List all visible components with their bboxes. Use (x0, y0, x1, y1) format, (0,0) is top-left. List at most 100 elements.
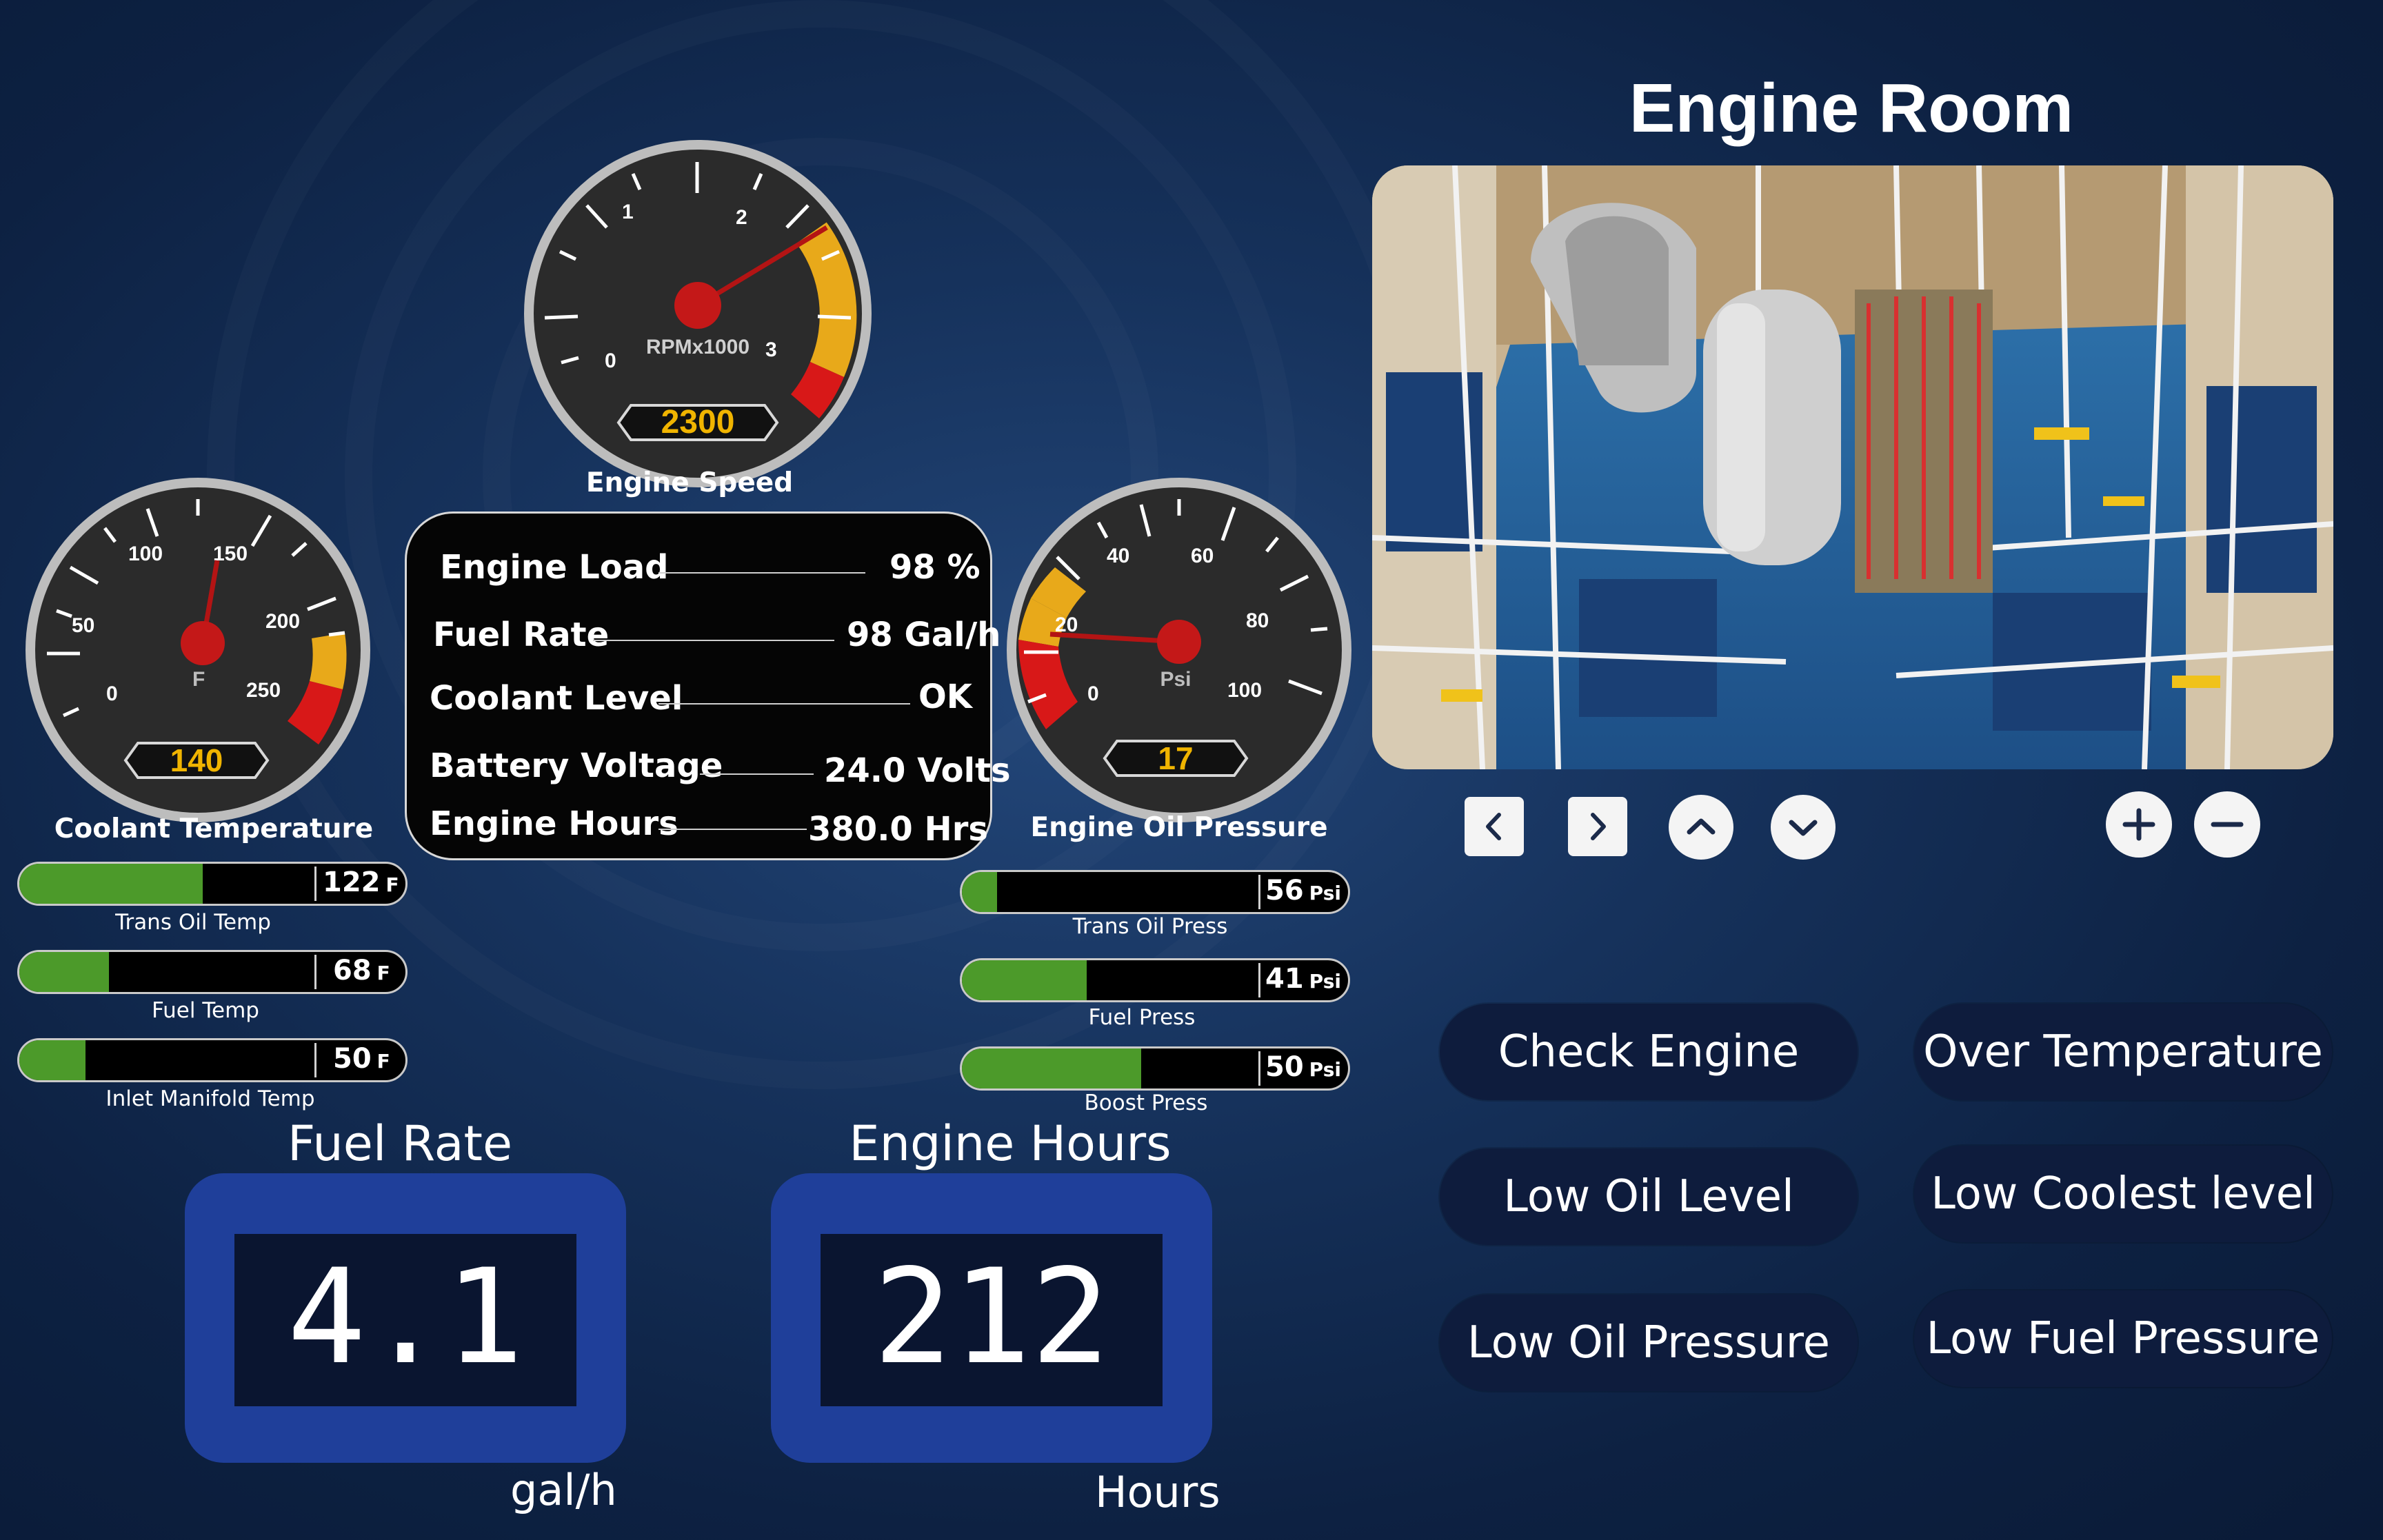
svg-text:40: 40 (1107, 545, 1129, 567)
bar-fill (962, 960, 1087, 1000)
engine-oil-pressure-gauge: 40 60 20 80 0 100 Psi 17 (1007, 478, 1351, 822)
svg-text:200: 200 (265, 610, 300, 633)
trans-oil-press-label: Trans Oil Press (1072, 914, 1228, 939)
coolant-level-value: OK (918, 678, 972, 716)
zoom-in-icon (2122, 808, 2155, 841)
svg-text:250: 250 (246, 679, 281, 702)
fuel-rate-unit: gal/h (510, 1465, 617, 1515)
engine-speed-value: 2300 (661, 404, 735, 440)
trans-oil-press-bar: 56 Psi (960, 870, 1350, 914)
alarm-low-oil-level[interactable]: Low Oil Level (1440, 1148, 1858, 1245)
trans-oil-temp-label: Trans Oil Temp (115, 910, 271, 935)
svg-text:1: 1 (622, 201, 634, 223)
fuel-temp-value: 68 (333, 955, 372, 986)
engine-hours-screen: 212 (821, 1234, 1163, 1406)
engine-hours-title: Engine Hours (849, 1115, 1172, 1172)
svg-text:0: 0 (1087, 682, 1099, 705)
fuel-rate-label: Fuel Rate (433, 616, 610, 654)
fuel-rate-readout: 4.1 (185, 1173, 626, 1463)
engine-load-label: Engine Load (440, 548, 669, 587)
fuel-temp-unit: F (376, 962, 390, 984)
svg-text:80: 80 (1246, 609, 1269, 632)
zoom-out-button[interactable] (2194, 791, 2260, 858)
bar-separator (1258, 1051, 1260, 1086)
zoom-out-icon (2211, 822, 2244, 827)
bar-fill (19, 864, 203, 904)
engine-hours-unit: Hours (1095, 1467, 1220, 1517)
chevron-up-icon (1687, 818, 1716, 835)
alarm-low-fuel-pressure[interactable]: Low Fuel Pressure (1914, 1290, 2332, 1387)
svg-text:0: 0 (605, 349, 616, 372)
bar-fill (19, 952, 109, 992)
engine-hours-display-value: 212 (873, 1241, 1110, 1393)
chevron-down-icon (1789, 820, 1818, 836)
oil-pressure-unit: Psi (1160, 668, 1191, 691)
coolant-level-label: Coolant Level (430, 679, 683, 718)
camera-right-button[interactable] (1568, 797, 1627, 856)
chevron-left-icon (1486, 813, 1501, 840)
leader-line (658, 703, 910, 705)
engine-hours-label: Engine Hours (430, 804, 678, 843)
leader-line (593, 640, 834, 641)
alarm-low-oil-pressure[interactable]: Low Oil Pressure (1440, 1295, 1858, 1391)
battery-voltage-label: Battery Voltage (430, 747, 723, 785)
svg-text:60: 60 (1191, 545, 1214, 567)
leader-line (658, 829, 807, 830)
engine-speed-unit: RPMx1000 (646, 336, 750, 358)
boost-press-value: 50 (1265, 1051, 1304, 1083)
fuel-press-bar: 41 Psi (960, 958, 1350, 1002)
trans-oil-temp-unit: F (385, 873, 399, 896)
alarm-check-engine[interactable]: Check Engine (1440, 1004, 1858, 1100)
inlet-manifold-temp-label: Inlet Manifold Temp (105, 1086, 315, 1111)
inlet-manifold-temp-bar: 50 F (17, 1038, 408, 1082)
svg-text:2: 2 (736, 206, 747, 229)
engine-speed-gauge: 1 2 0 3 RPMx1000 2300 (524, 140, 872, 487)
engine-info-panel: Engine Load 98 % Fuel Rate 98 Gal/h Cool… (405, 511, 1011, 860)
fuel-press-unit: Psi (1309, 970, 1341, 993)
alarm-low-coolest-level[interactable]: Low Coolest level (1914, 1146, 2332, 1242)
trans-oil-press-value: 56 (1265, 875, 1304, 906)
bar-separator (314, 867, 316, 901)
battery-voltage-value: 24.0 Volts (824, 751, 1011, 790)
svg-text:100: 100 (128, 543, 163, 565)
svg-text:0: 0 (106, 682, 118, 705)
zoom-in-button[interactable] (2106, 791, 2172, 858)
page-title: Engine Room (1629, 70, 2074, 147)
trans-oil-temp-bar: 122 F (17, 862, 408, 906)
leader-line (658, 572, 865, 574)
oil-pressure-value: 17 (1158, 740, 1193, 776)
camera-down-button[interactable] (1771, 795, 1836, 860)
engine-hours-value: 380.0 Hrs (808, 810, 988, 849)
svg-text:50: 50 (72, 614, 94, 637)
bar-fill (962, 872, 997, 912)
fuel-press-label: Fuel Press (1088, 1005, 1196, 1030)
bar-fill (19, 1040, 86, 1080)
fuel-rate-title: Fuel Rate (287, 1115, 513, 1172)
alarm-over-temperature[interactable]: Over Temperature (1914, 1004, 2332, 1100)
coolant-value: 140 (170, 742, 223, 778)
engine-hours-readout: 212 (771, 1173, 1212, 1463)
camera-up-button[interactable] (1669, 795, 1733, 860)
engine-oil-pressure-label: Engine Oil Pressure (1030, 812, 1328, 843)
engine-load-value: 98 % (889, 548, 981, 587)
engine-room-camera-view (1372, 165, 2333, 769)
camera-left-button[interactable] (1465, 797, 1524, 856)
bar-separator (1258, 875, 1260, 909)
trans-oil-temp-value: 122 (323, 867, 381, 898)
fuel-rate-display-value: 4.1 (287, 1241, 524, 1393)
svg-text:100: 100 (1227, 679, 1262, 702)
engine-speed-label: Engine Speed (585, 467, 794, 498)
bar-separator (314, 1043, 316, 1077)
fuel-press-value: 41 (1265, 963, 1304, 995)
coolant-temperature-label: Coolant Temperature (54, 813, 374, 844)
coolant-temperature-gauge: 100 150 50 200 0 250 F 140 (26, 478, 370, 822)
inlet-manifold-temp-unit: F (376, 1050, 390, 1073)
leader-line (700, 773, 814, 775)
boost-press-unit: Psi (1309, 1058, 1341, 1081)
fuel-rate-value: 98 Gal/h (847, 616, 1001, 654)
fuel-rate-screen: 4.1 (234, 1234, 576, 1406)
fuel-temp-label: Fuel Temp (152, 998, 259, 1023)
chevron-right-icon (1591, 813, 1606, 840)
fuel-temp-bar: 68 F (17, 950, 408, 994)
boost-press-bar: 50 Psi (960, 1046, 1350, 1091)
